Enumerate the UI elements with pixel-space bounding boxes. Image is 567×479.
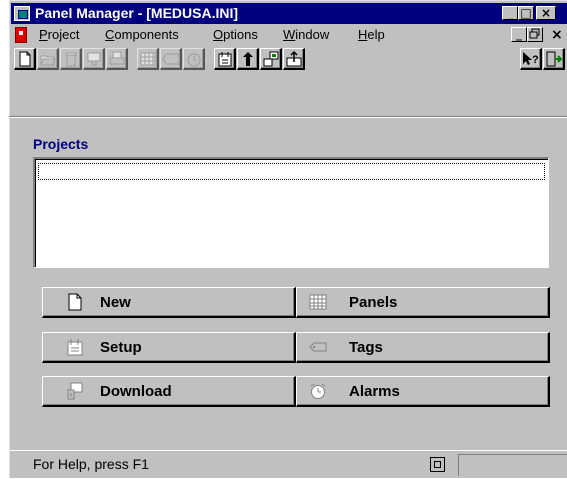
toolbar-new-button[interactable] — [14, 48, 36, 70]
download-icon — [87, 52, 100, 65]
new-button-label: New — [100, 294, 131, 311]
status-bar: For Help, press F1 — [9, 450, 567, 479]
projects-label: Projects — [33, 136, 89, 152]
menu-project[interactable]: Project — [39, 27, 79, 42]
toolbar-print-button[interactable] — [106, 48, 128, 70]
toolbar-alarms-button[interactable] — [183, 48, 205, 70]
menu-components-label: Components — [105, 27, 179, 42]
print-icon — [109, 51, 124, 64]
alarms-button[interactable]: Alarms — [296, 376, 550, 407]
svg-text:?: ? — [532, 54, 539, 66]
panels-grid-icon — [140, 52, 155, 65]
toolbar-exit-button[interactable] — [543, 48, 565, 70]
toolbar-upload-button[interactable] — [237, 48, 259, 70]
toolbar-tags-button[interactable] — [160, 48, 182, 70]
status-panel — [458, 454, 567, 476]
exit-icon — [546, 51, 562, 66]
app-icon[interactable] — [14, 6, 30, 21]
status-indicator-icon — [430, 457, 445, 472]
download-icon — [67, 382, 83, 400]
minimize-button[interactable]: _ — [502, 6, 518, 20]
setup-icon — [67, 339, 83, 356]
panels-button[interactable]: Panels — [296, 287, 550, 318]
list-focus-row[interactable] — [38, 163, 545, 180]
panels-button-label: Panels — [349, 294, 398, 311]
menu-options-label: Options — [213, 27, 258, 42]
new-button[interactable]: New — [42, 287, 296, 318]
context-help-icon: ? — [522, 51, 539, 66]
export-icon — [286, 50, 301, 66]
toolbar-panels-button[interactable] — [137, 48, 159, 70]
new-document-icon — [19, 51, 30, 66]
toolbar-transfer-button[interactable] — [260, 48, 282, 70]
document-icon[interactable] — [15, 27, 27, 43]
toolbar-setup-button[interactable] — [214, 48, 236, 70]
tags-icon — [309, 342, 327, 352]
setup-button[interactable]: Setup — [42, 332, 296, 363]
menu-options[interactable]: Options — [213, 27, 258, 42]
toolbar-download-button[interactable] — [83, 48, 105, 70]
menu-bar: Project Components Options Window Help _… — [11, 25, 567, 45]
window-title: Panel Manager - [MEDUSA.INI] — [35, 5, 239, 21]
menu-components[interactable]: Components — [105, 27, 179, 42]
alarms-icon — [187, 53, 200, 66]
tags-button-label: Tags — [349, 339, 383, 356]
close-button[interactable]: × — [536, 6, 556, 20]
mdi-close-button[interactable]: × — [551, 27, 563, 43]
menu-window[interactable]: Window — [283, 27, 329, 42]
mdi-minimize-button[interactable]: _ — [511, 27, 527, 42]
transfer-icon — [263, 51, 278, 66]
title-bar[interactable]: Panel Manager - [MEDUSA.INI] _ □ × — [11, 3, 567, 24]
tags-icon — [161, 53, 179, 64]
tags-button[interactable]: Tags — [296, 332, 550, 363]
download-button-label: Download — [100, 383, 172, 400]
alarms-button-label: Alarms — [349, 383, 400, 400]
trash-icon — [65, 52, 76, 66]
mdi-restore-button[interactable] — [527, 27, 543, 42]
toolbar-open-button[interactable] — [37, 48, 59, 70]
status-text: For Help, press F1 — [33, 456, 149, 472]
setup-button-label: Setup — [100, 339, 142, 356]
menu-help-label: Help — [358, 27, 385, 42]
toolbar: ? — [10, 46, 567, 72]
toolbar-export-button[interactable] — [283, 48, 305, 70]
panels-grid-icon — [309, 294, 327, 310]
menu-project-label: Project — [39, 27, 80, 42]
toolbar-context-help-button[interactable]: ? — [520, 48, 542, 70]
maximize-button[interactable]: □ — [518, 6, 534, 20]
alarms-icon — [310, 383, 326, 399]
open-folder-icon — [39, 55, 56, 65]
projects-list[interactable] — [33, 157, 549, 268]
menu-help[interactable]: Help — [358, 27, 385, 42]
setup-icon — [218, 51, 231, 66]
toolbar-delete-button[interactable] — [60, 48, 82, 70]
download-button[interactable]: Download — [42, 376, 296, 407]
upload-arrow-icon — [242, 51, 253, 66]
menu-window-label: Window — [283, 27, 330, 42]
new-document-icon — [68, 293, 82, 311]
